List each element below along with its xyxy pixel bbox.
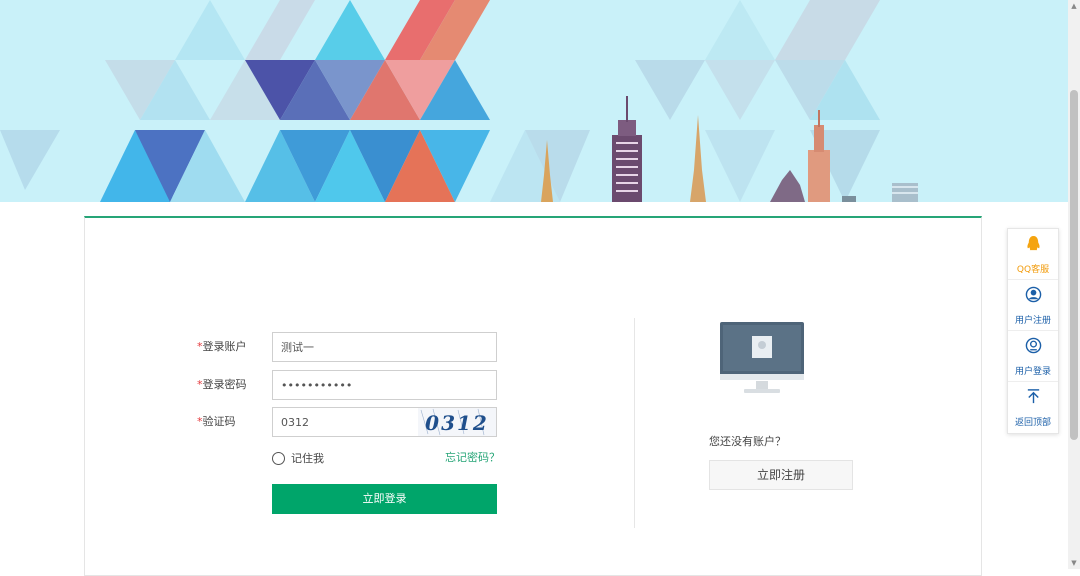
remember-label: 记住我 [291,452,324,465]
vertical-divider [634,318,635,528]
password-row: *登录密码 [85,370,585,400]
page-scrollbar[interactable]: ▲ ▼ [1068,0,1080,569]
sidebar-label-qq: QQ客服 [1016,265,1050,275]
scroll-down-arrow-icon[interactable]: ▼ [1068,557,1080,569]
monitor-icon [720,322,804,393]
banner-geometric-illustration [0,0,918,202]
sidebar-item-qq-service[interactable]: QQ客服 [1008,229,1058,280]
sidebar-label-back-to-top: 返回顶部 [1014,418,1051,428]
password-input[interactable] [272,370,497,400]
scroll-up-arrow-icon[interactable]: ▲ [1068,0,1080,12]
account-input[interactable] [272,332,497,362]
password-label: *登录密码 [197,370,267,400]
no-account-prompt: 您还没有账户？ [709,435,786,448]
account-row: *登录账户 [85,332,585,362]
register-button[interactable]: 立即注册 [709,460,853,490]
side-toolbar: QQ客服 用户注册 用户登录 返回顶部 [1007,228,1059,434]
login-user-icon [1025,337,1042,354]
sidebar-item-register[interactable]: 用户注册 [1008,280,1058,331]
qq-penguin-icon [1027,235,1040,251]
arrow-up-icon [1027,389,1040,404]
sidebar-label-register: 用户注册 [1014,316,1051,326]
captcha-image[interactable]: 0312 [418,408,496,436]
remember-me[interactable]: 记住我 [272,450,324,466]
password-label-text: 登录密码 [202,378,247,391]
forgot-password-link[interactable]: 忘记密码？ [445,450,500,466]
sidebar-item-back-to-top[interactable]: 返回顶部 [1008,382,1058,433]
sidebar-item-login[interactable]: 用户登录 [1008,331,1058,382]
captcha-row: *验证码 0312 [85,407,585,437]
captcha-label-text: 验证码 [202,415,236,428]
user-icon [1025,286,1042,303]
scrollbar-thumb[interactable] [1070,90,1078,440]
captcha-label: *验证码 [197,407,267,437]
sidebar-label-login: 用户登录 [1014,367,1051,377]
captcha-image-text: 0312 [425,411,489,435]
login-button[interactable]: 立即登录 [272,484,497,514]
header-banner [0,0,1068,202]
login-panel: *登录账户 *登录密码 *验证码 0312 记住我 忘记密码？ 立即登录 [84,216,982,576]
account-label-text: 登录账户 [202,340,247,353]
account-label: *登录账户 [197,332,267,362]
remember-radio[interactable] [272,451,285,465]
